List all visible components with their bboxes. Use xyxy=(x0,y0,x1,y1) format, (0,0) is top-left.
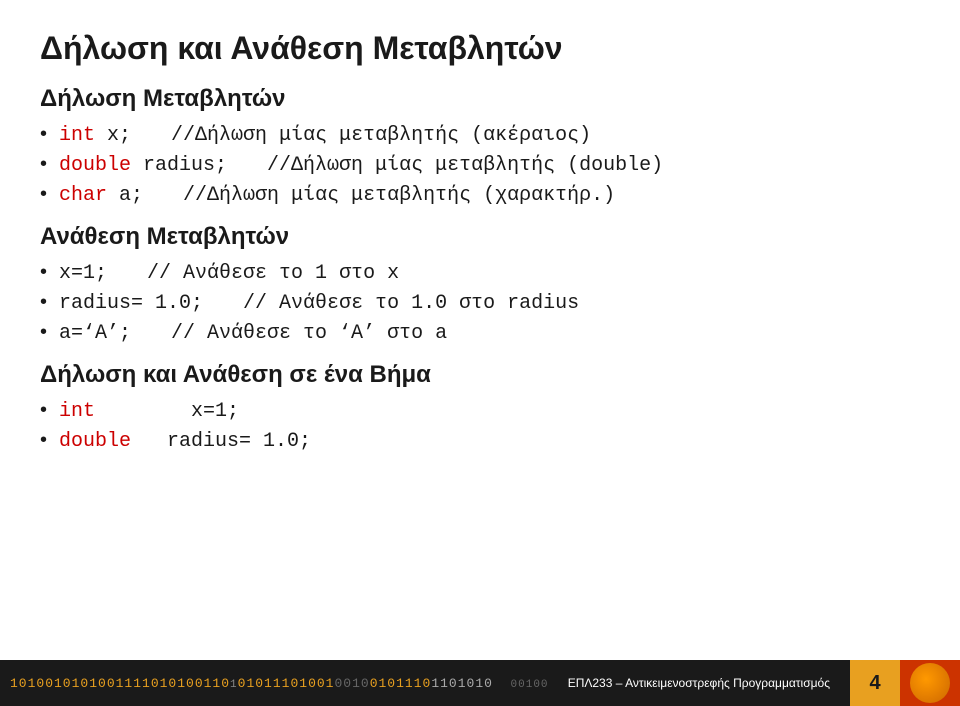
code-line-3: char a; //Δήλωση μίας μεταβλητής (χαρακτ… xyxy=(59,184,615,207)
keyword-int: int xyxy=(59,124,95,147)
keyword-char: char xyxy=(59,184,107,207)
list-item: • double radius; //Δήλωση μίας μεταβλητή… xyxy=(40,153,920,177)
section2-title: Ανάθεση Μεταβλητών xyxy=(40,223,920,251)
assign-comment-3: // Ανάθεσε το ‘A’ στο a xyxy=(171,322,447,345)
section3-container: Δήλωση και Ανάθεση σε ένα Βήμα • int x=1… xyxy=(40,361,920,453)
section3-list: • int x=1; • double radius= 1.0; xyxy=(40,399,920,453)
section2-list: • x=1; // Ανάθεσε το 1 στο x • radius= 1… xyxy=(40,261,920,345)
logo-circle xyxy=(910,663,950,703)
keyword-int2: int xyxy=(59,400,95,423)
section3-title: Δήλωση και Ανάθεση σε ένα Βήμα xyxy=(40,361,920,389)
list-item: • int x=1; xyxy=(40,399,920,423)
code-text-1: x; xyxy=(95,124,131,147)
bullet-icon: • xyxy=(40,429,47,452)
footer-course-label: ΕΠΛ233 – Αντικειμενοστρεφής Προγραμματισ… xyxy=(548,676,850,690)
section1-list: • int x; //Δήλωση μίας μεταβλητής (ακέρα… xyxy=(40,123,920,207)
code-assign-3: a=‘A’; // Ανάθεσε το ‘A’ στο a xyxy=(59,322,447,345)
bullet-icon: • xyxy=(40,399,47,422)
list-item: • int x; //Δήλωση μίας μεταβλητής (ακέρα… xyxy=(40,123,920,147)
combined-code-1: x=1; xyxy=(95,400,239,423)
assign-comment-2: // Ανάθεσε το 1.0 στο radius xyxy=(243,292,579,315)
bullet-icon: • xyxy=(40,291,47,314)
list-item: • char a; //Δήλωση μίας μεταβλητής (χαρα… xyxy=(40,183,920,207)
list-item: • a=‘A’; // Ανάθεσε το ‘A’ στο a xyxy=(40,321,920,345)
bullet-icon: • xyxy=(40,153,47,176)
list-item: • radius= 1.0; // Ανάθεσε το 1.0 στο rad… xyxy=(40,291,920,315)
assign-code-3: a=‘A’; xyxy=(59,322,131,345)
footer-logo xyxy=(900,660,960,706)
bullet-icon: • xyxy=(40,321,47,344)
footer-page-number: 4 xyxy=(850,660,900,706)
code-assign-2: radius= 1.0; // Ανάθεσε το 1.0 στο radiu… xyxy=(59,292,579,315)
list-item: • double radius= 1.0; xyxy=(40,429,920,453)
assign-code-2: radius= 1.0; xyxy=(59,292,203,315)
footer-right: 4 xyxy=(850,660,960,706)
assign-comment-1: // Ανάθεσε το 1 στο x xyxy=(147,262,399,285)
combined-code-2: radius= 1.0; xyxy=(131,430,311,453)
footer-bar: 1010010101001111010100110101011101001001… xyxy=(0,660,960,706)
keyword-double2: double xyxy=(59,430,131,453)
bullet-icon: • xyxy=(40,261,47,284)
assign-code-1: x=1; xyxy=(59,262,107,285)
slide-content: Δήλωση και Ανάθεση Μεταβλητών Δήλωση Μετ… xyxy=(0,0,960,660)
footer-binary-text: 1010010101001111010100110101011101001001… xyxy=(0,676,548,691)
code-line-2: double radius; //Δήλωση μίας μεταβλητής … xyxy=(59,154,663,177)
code-combined-2: double radius= 1.0; xyxy=(59,430,311,453)
code-text-2: radius; xyxy=(131,154,227,177)
code-combined-1: int x=1; xyxy=(59,400,239,423)
main-title: Δήλωση και Ανάθεση Μεταβλητών xyxy=(40,30,920,67)
code-text-3: a; xyxy=(107,184,143,207)
code-line-1: int x; //Δήλωση μίας μεταβλητής (ακέραιο… xyxy=(59,124,591,147)
section2-container: Ανάθεση Μεταβλητών • x=1; // Ανάθεσε το … xyxy=(40,223,920,345)
list-item: • x=1; // Ανάθεσε το 1 στο x xyxy=(40,261,920,285)
comment-3: //Δήλωση μίας μεταβλητής (χαρακτήρ.) xyxy=(183,184,615,207)
comment-1: //Δήλωση μίας μεταβλητής (ακέραιος) xyxy=(171,124,591,147)
section1-title: Δήλωση Μεταβλητών xyxy=(40,85,920,113)
bullet-icon: • xyxy=(40,123,47,146)
code-assign-1: x=1; // Ανάθεσε το 1 στο x xyxy=(59,262,399,285)
keyword-double: double xyxy=(59,154,131,177)
bullet-icon: • xyxy=(40,183,47,206)
comment-2: //Δήλωση μίας μεταβλητής (double) xyxy=(267,154,663,177)
